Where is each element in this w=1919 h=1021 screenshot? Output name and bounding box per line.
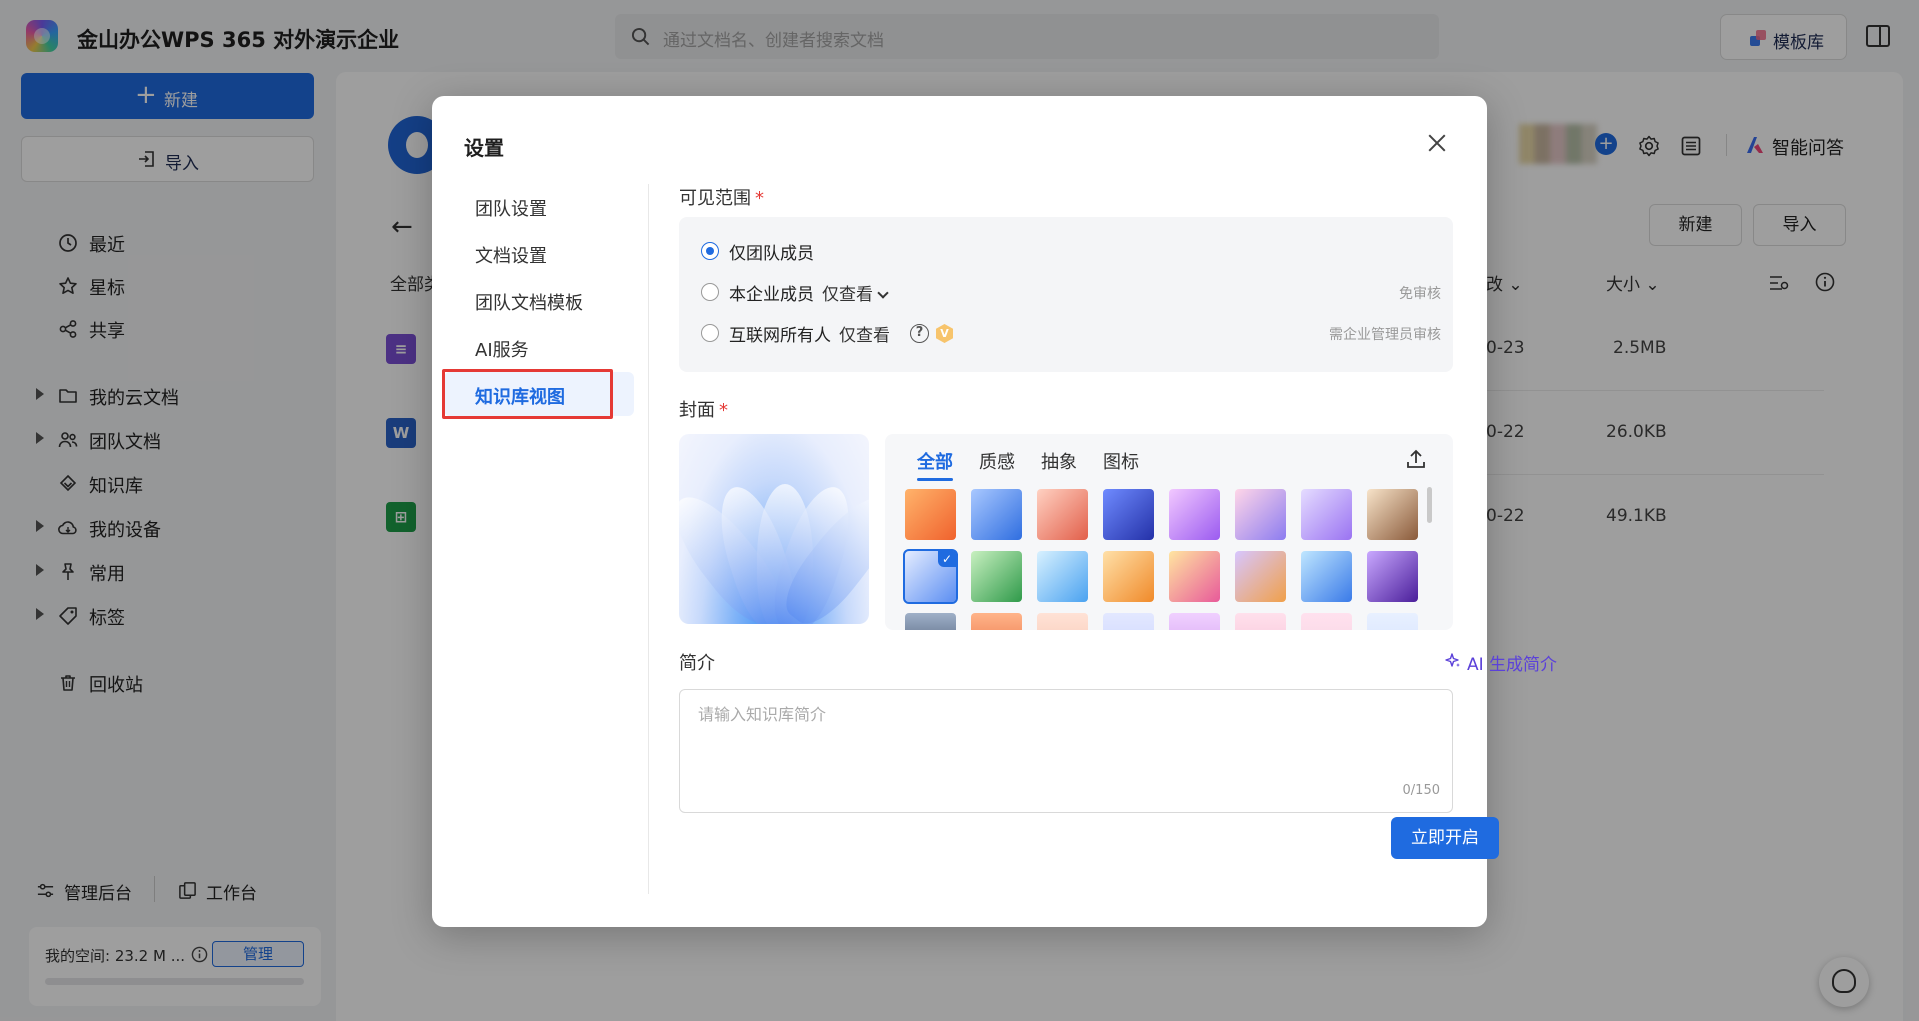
description-input[interactable] [680, 690, 1452, 790]
required-mark: * [755, 188, 764, 209]
cover-preview-image [679, 434, 869, 624]
option-label: 本企业成员 [729, 285, 814, 305]
radio-button[interactable] [701, 324, 719, 342]
settings-nav-label: 文档设置 [475, 246, 547, 267]
cover-tab-all[interactable]: 全部 [917, 448, 953, 481]
cover-thumbnail[interactable] [1301, 551, 1352, 602]
cover-thumbnail[interactable] [1235, 613, 1286, 630]
annotation-highlight-box [442, 369, 613, 419]
dialog-title: 设置 [464, 136, 504, 160]
cover-tab-icons[interactable]: 图标 [1103, 448, 1139, 474]
check-icon: ✓ [938, 551, 956, 567]
cover-thumbnail[interactable]: ✓ [903, 549, 958, 604]
cover-tab-texture[interactable]: 质感 [979, 448, 1015, 474]
settings-nav-label: 团队设置 [475, 199, 547, 220]
enable-now-button[interactable]: 立即开启 [1391, 817, 1499, 859]
help-icon[interactable]: ? [910, 324, 929, 343]
description-field[interactable]: 0/150 [679, 689, 1453, 813]
permission-label: 仅查看 [822, 285, 873, 305]
radio-button[interactable] [701, 283, 719, 301]
option-hint: 免审核 [1399, 286, 1441, 302]
upload-icon[interactable] [1405, 448, 1427, 470]
visibility-option-team[interactable]: 仅团队成员 [701, 236, 1441, 266]
visibility-option-enterprise[interactable]: 本企业成员 仅查看 免审核 [701, 277, 1441, 307]
cover-thumbnail[interactable] [1037, 551, 1088, 602]
visibility-options: 仅团队成员 本企业成员 仅查看 免审核 互联网所有人 仅查看 ? V 需企业管理… [679, 217, 1453, 372]
close-icon[interactable] [1424, 130, 1450, 156]
settings-nav-team[interactable]: 团队设置 [444, 184, 634, 228]
option-hint: 需企业管理员审核 [1329, 327, 1441, 343]
permission-label: 仅查看 [839, 326, 890, 346]
visibility-label-text: 可见范围 [679, 188, 751, 209]
settings-dialog: 设置 团队设置 文档设置 团队文档模板 AI服务 知识库视图 可见范围 * 仅团队… [432, 96, 1557, 927]
cover-thumbnail[interactable] [1169, 551, 1220, 602]
chevron-down-icon [877, 287, 889, 299]
cover-thumbnail[interactable] [1037, 613, 1088, 630]
visibility-option-internet[interactable]: 互联网所有人 仅查看 ? V 需企业管理员审核 [701, 318, 1441, 348]
cover-picker: 全部 质感 抽象 图标 ✓ [885, 434, 1453, 630]
cover-thumbnail[interactable] [1301, 489, 1352, 540]
required-mark: * [719, 400, 728, 421]
sparkle-icon [1445, 653, 1460, 667]
cover-label-text: 封面 [679, 400, 715, 421]
description-label: 简介 [679, 653, 715, 674]
cover-thumbnail[interactable] [971, 551, 1022, 602]
cover-thumbnail[interactable] [1169, 489, 1220, 540]
cover-thumbnail[interactable] [1037, 489, 1088, 540]
scrollbar[interactable] [1427, 487, 1432, 523]
cover-tab-abstract[interactable]: 抽象 [1041, 448, 1077, 474]
divider [648, 184, 649, 894]
settings-nav-templates[interactable]: 团队文档模板 [444, 278, 634, 322]
cover-thumbnail[interactable] [1235, 551, 1286, 602]
cover-thumbnail[interactable] [1301, 613, 1352, 630]
cover-thumbnail[interactable] [971, 489, 1022, 540]
char-counter: 0/150 [1402, 783, 1440, 798]
cover-thumbnail[interactable] [1103, 489, 1154, 540]
cover-thumbnail[interactable] [1367, 613, 1418, 630]
option-label: 互联网所有人 [729, 326, 831, 346]
ai-generate-label: AI 生成简介 [1467, 655, 1558, 675]
settings-nav-label: 团队文档模板 [475, 293, 583, 314]
vip-badge-icon: V [936, 324, 953, 343]
permission-dropdown[interactable]: 仅查看 [822, 280, 889, 305]
cover-thumbnail[interactable] [1367, 489, 1418, 540]
settings-nav-ai[interactable]: AI服务 [444, 325, 634, 369]
cover-thumbnail[interactable] [1367, 551, 1418, 602]
settings-nav-kb-view[interactable]: 知识库视图 [442, 369, 634, 419]
cover-thumbnail[interactable] [1103, 613, 1154, 630]
cover-thumbnail[interactable] [1235, 489, 1286, 540]
cover-thumbnail[interactable] [1103, 551, 1154, 602]
cover-label: 封面 * [679, 396, 728, 422]
settings-nav-label: AI服务 [475, 340, 529, 361]
settings-nav-docs[interactable]: 文档设置 [444, 231, 634, 275]
visibility-label: 可见范围 * [679, 184, 764, 210]
cover-thumbnail[interactable] [905, 489, 956, 540]
cover-thumbnail[interactable] [971, 613, 1022, 630]
option-label: 仅团队成员 [729, 244, 814, 264]
cover-thumbnail[interactable] [905, 613, 956, 630]
radio-button[interactable] [701, 242, 719, 260]
cover-thumbnail[interactable] [1169, 613, 1220, 630]
